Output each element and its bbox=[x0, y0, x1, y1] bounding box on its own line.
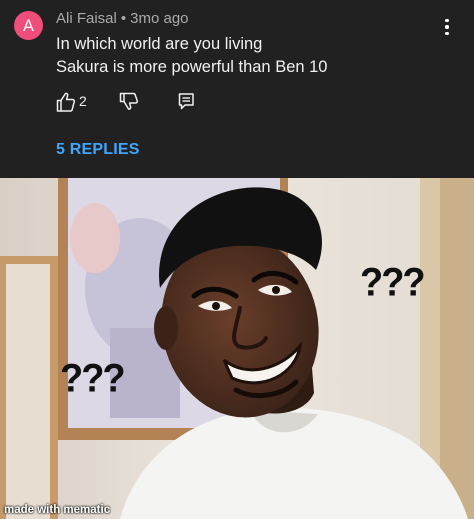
comment-line: In which world are you living bbox=[56, 35, 263, 53]
meme-image: ??? ??? made with mematic bbox=[0, 178, 474, 519]
comment-meta: Ali Faisal • 3mo ago bbox=[56, 10, 189, 27]
left-question-caption: ??? bbox=[60, 356, 126, 402]
right-question-caption: ??? bbox=[360, 260, 426, 306]
comment-body: In which world are you living Sakura is … bbox=[56, 33, 328, 79]
like-count: 2 bbox=[79, 93, 87, 109]
comment-card: A Ali Faisal • 3mo ago In which world are … bbox=[0, 0, 474, 178]
replies-toggle[interactable]: 5 REPLIES bbox=[56, 141, 140, 159]
mematic-watermark: made with mematic bbox=[4, 504, 111, 516]
comment-line: Sakura is more powerful than Ben 10 bbox=[56, 58, 328, 76]
thumbs-up-icon[interactable] bbox=[56, 91, 76, 113]
thumbs-down-icon[interactable] bbox=[119, 91, 139, 113]
meta-separator: • bbox=[120, 10, 127, 27]
avatar[interactable]: A bbox=[14, 11, 43, 40]
author-name[interactable]: Ali Faisal bbox=[56, 10, 117, 27]
meme-photo bbox=[0, 178, 474, 519]
reply-icon[interactable] bbox=[177, 91, 197, 113]
more-vert-icon[interactable] bbox=[436, 14, 458, 40]
comment-time: 3mo ago bbox=[130, 10, 189, 27]
